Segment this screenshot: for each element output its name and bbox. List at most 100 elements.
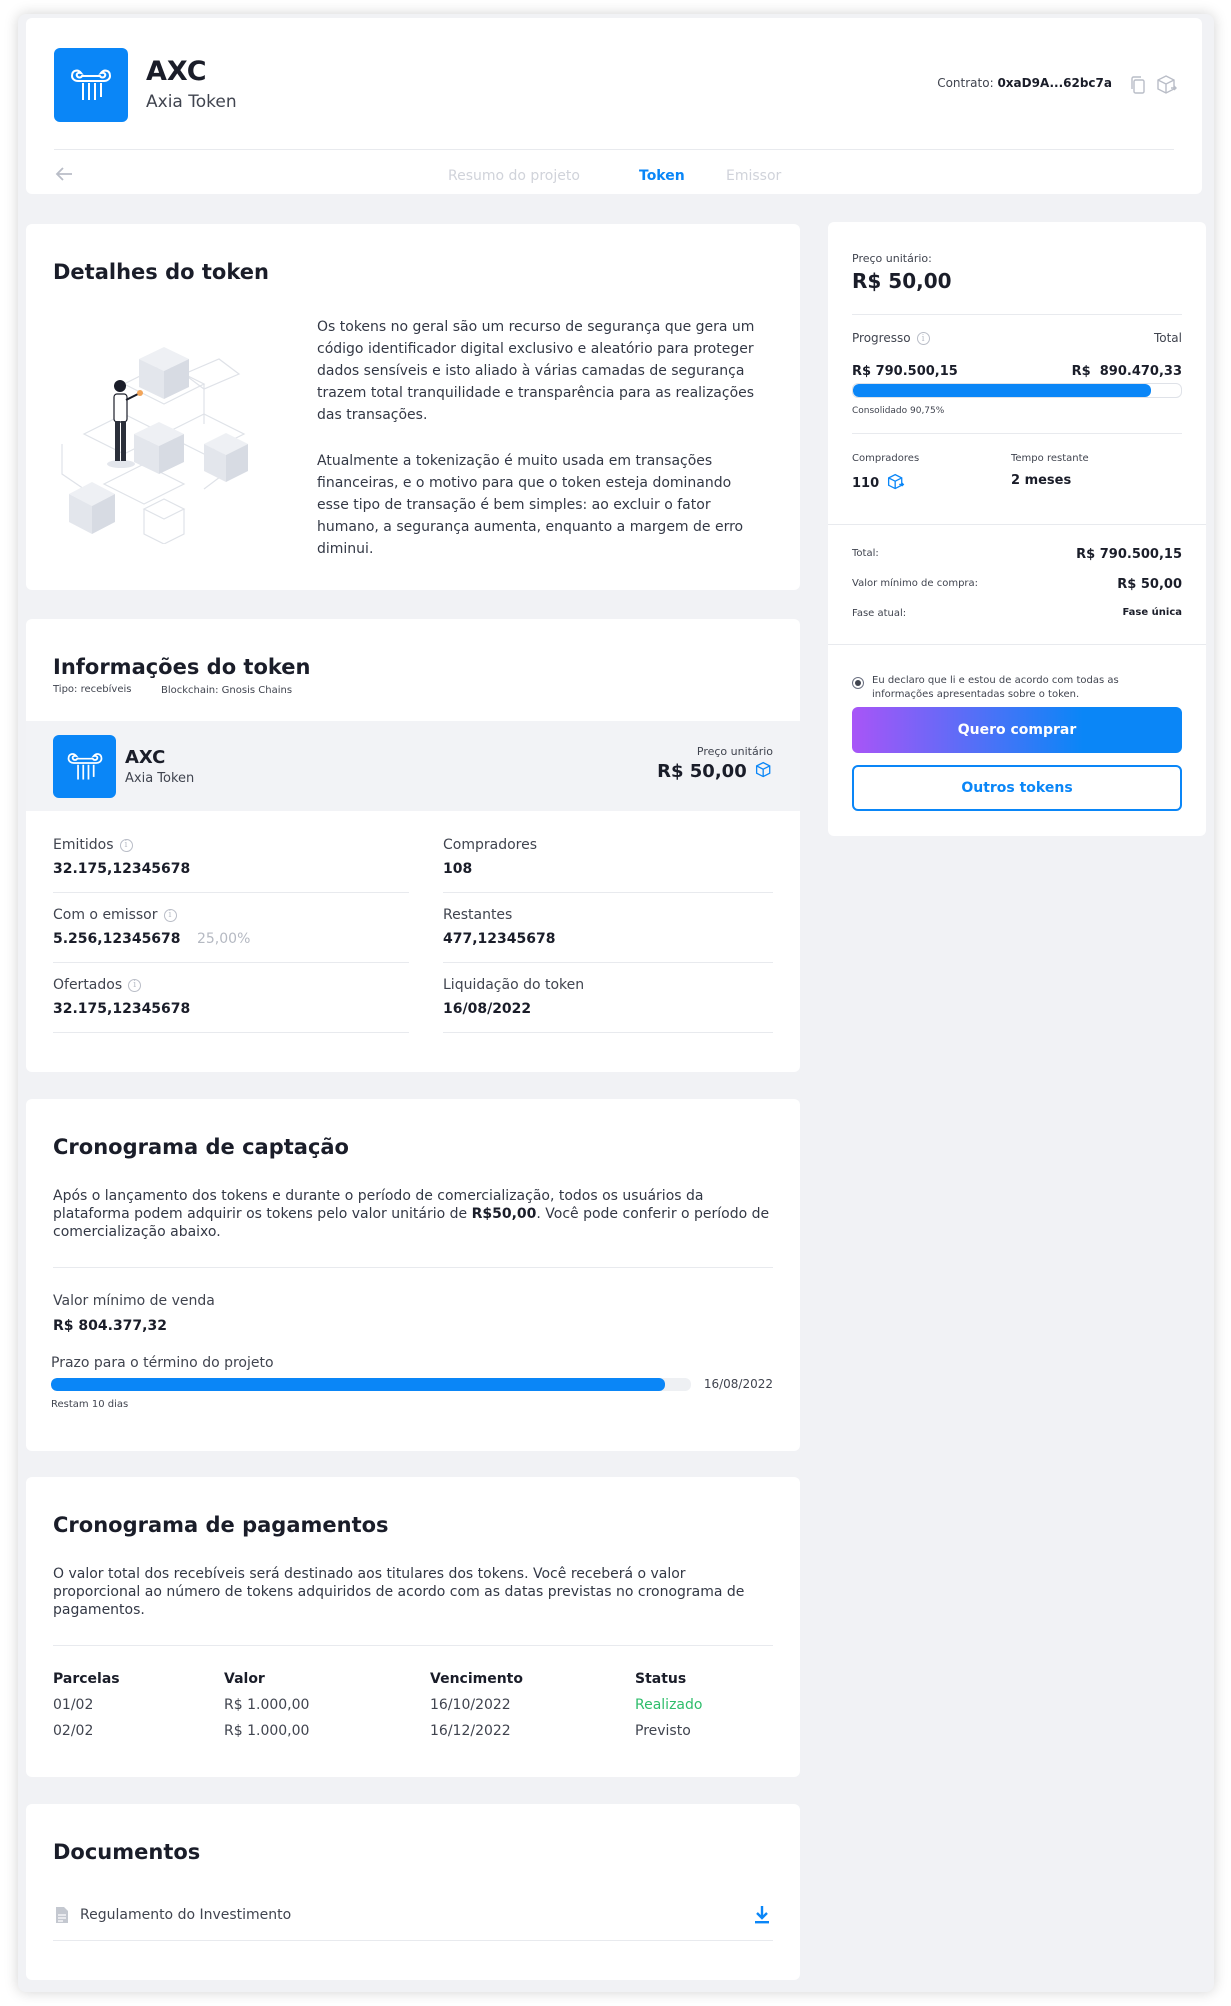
progress-label: Progresso i <box>852 331 930 345</box>
declaration-text: Eu declaro que li e estou de acordo com … <box>872 675 1119 700</box>
tab-resumo[interactable]: Resumo do projeto <box>448 168 580 184</box>
divider <box>443 1032 773 1033</box>
emissor-label: Com o emissor i <box>53 907 177 923</box>
tab-emissor[interactable]: Emissor <box>726 168 781 184</box>
summary-name: Axia Token <box>125 771 195 786</box>
ofertados-label: Ofertados i <box>53 977 142 993</box>
details-title: Detalhes do token <box>53 260 269 284</box>
progress-label-text: Progresso <box>852 331 911 345</box>
info-icon[interactable]: i <box>916 332 930 345</box>
total-label: Total <box>1153 331 1182 345</box>
declaration-radio[interactable] <box>852 677 864 689</box>
contract-address: 0xaD9A...62bc7a <box>997 76 1112 90</box>
col-header-vencimento: Vencimento <box>430 1671 523 1687</box>
compradores-label: Compradores <box>443 837 538 853</box>
emissor-percentage: 25,00% <box>196 931 251 947</box>
details-paragraph-1: Os tokens no geral são um recurso de seg… <box>317 319 755 423</box>
sales-progress-bar <box>852 383 1182 398</box>
ofertados-value: 32.175,12345678 <box>53 1001 191 1017</box>
divider <box>852 314 1182 315</box>
token-symbol: AXC <box>146 56 207 87</box>
info-icon[interactable]: i <box>163 908 177 922</box>
restantes-label: Restantes <box>443 907 513 923</box>
summary-price-label: Preço unitário <box>696 745 773 758</box>
emissor-value-text: 5.256,12345678 <box>53 931 181 947</box>
cell-valor: R$ 1.000,00 <box>224 1723 310 1739</box>
col-header-valor: Valor <box>224 1671 265 1687</box>
summary-price-value: R$ 50,00 <box>657 761 773 782</box>
cell-vencimento: 16/12/2022 <box>430 1723 511 1739</box>
token-name: Axia Token <box>146 92 237 112</box>
copy-icon[interactable] <box>1130 76 1146 94</box>
progress-value: R$ 790.500,15 <box>852 364 958 379</box>
header-divider <box>54 149 1174 150</box>
emitidos-label: Emitidos i <box>53 837 133 853</box>
time-left-label: Tempo restante <box>1011 453 1089 464</box>
summary-min-value: R$ 50,00 <box>1117 577 1182 592</box>
token-details-card: Detalhes do token Os tokens no geral são… <box>26 224 800 590</box>
summary-phase-value: Fase única <box>1122 607 1182 618</box>
pagamentos-title: Cronograma de pagamentos <box>53 1513 389 1537</box>
buyers-value-text: 110 <box>852 476 880 491</box>
other-tokens-button[interactable]: Outros tokens <box>852 765 1182 811</box>
info-icon[interactable]: i <box>119 838 133 852</box>
details-paragraph-2: Atualmente a tokenização é muito usada e… <box>317 453 744 557</box>
document-item[interactable]: Regulamento do Investimento <box>53 1902 773 1932</box>
fundraising-schedule-card: Cronograma de captação Após o lançamento… <box>26 1099 800 1451</box>
emissor-value: 5.256,12345678 25,00% <box>53 931 250 947</box>
divider <box>828 524 1206 525</box>
cell-vencimento: 16/10/2022 <box>430 1697 511 1713</box>
captacao-text-price: R$50,00 <box>471 1206 537 1222</box>
info-icon[interactable]: i <box>128 978 142 992</box>
blockchain-illustration <box>61 347 248 544</box>
liquidacao-value: 16/08/2022 <box>443 1001 532 1017</box>
documentos-title: Documentos <box>53 1840 201 1864</box>
buy-button[interactable]: Quero comprar <box>852 707 1182 753</box>
divider <box>53 1032 409 1033</box>
col-header-status: Status <box>635 1671 687 1687</box>
column-icon <box>70 69 112 100</box>
summary-phase-label: Fase atual: <box>852 608 907 619</box>
contract-info: Contrato: 0xaD9A...62bc7a <box>937 76 1112 90</box>
liquidacao-label: Liquidação do token <box>443 977 585 993</box>
min-sale-label: Valor mínimo de venda <box>53 1293 215 1309</box>
blockchain-explorer-icon[interactable] <box>886 473 906 491</box>
summary-total-value: R$ 790.500,15 <box>1076 547 1182 562</box>
captacao-text: Após o lançamento dos tokens e durante o… <box>53 1187 773 1241</box>
summary-price-text: R$ 50,00 <box>657 761 747 782</box>
blockchain-explorer-icon[interactable] <box>1156 74 1178 96</box>
divider <box>53 1940 773 1941</box>
radio-dot <box>855 680 861 686</box>
cell-parcela: 01/02 <box>53 1697 94 1713</box>
compradores-value: 108 <box>443 861 473 877</box>
divider <box>443 962 773 963</box>
info-title: Informações do token <box>53 655 311 679</box>
token-logo <box>54 48 128 122</box>
divider <box>828 644 1206 645</box>
deadline-progress-bar <box>51 1378 691 1391</box>
download-icon[interactable] <box>753 1905 771 1925</box>
remaining-days: Restam 10 dias <box>51 1399 129 1410</box>
document-name: Regulamento do Investimento <box>80 1907 292 1923</box>
purchase-sidebar: Preço unitário: R$ 50,00 Progresso i Tota… <box>828 222 1206 836</box>
status-realizado: Realizado <box>635 1697 703 1713</box>
buyers-value: 110 <box>852 473 906 491</box>
divider <box>443 892 773 893</box>
ofertados-label-text: Ofertados <box>53 977 123 993</box>
divider <box>53 1267 773 1268</box>
summary-min-label: Valor mínimo de compra: <box>852 578 979 589</box>
back-arrow-icon[interactable] <box>54 166 74 182</box>
token-header: AXC Axia Token Contrato: 0xaD9A...62bc7a… <box>26 18 1202 194</box>
sidebar-price-value: R$ 50,00 <box>852 269 952 293</box>
deadline-label: Prazo para o término do projeto <box>51 1355 274 1371</box>
tab-token[interactable]: Token <box>639 168 685 184</box>
payment-schedule-card: Cronograma de pagamentos O valor total d… <box>26 1477 800 1777</box>
emitidos-label-text: Emitidos <box>53 837 114 853</box>
emitidos-value: 32.175,12345678 <box>53 861 191 877</box>
deadline-date: 16/08/2022 <box>703 1377 773 1391</box>
documents-card: Documentos Regulamento do Investimento <box>26 1804 800 1980</box>
min-sale-value: R$ 804.377,32 <box>53 1318 167 1334</box>
divider <box>53 962 409 963</box>
total-value: R$ 890.470,33 <box>1071 364 1182 379</box>
summary-total-label: Total: <box>852 548 879 559</box>
